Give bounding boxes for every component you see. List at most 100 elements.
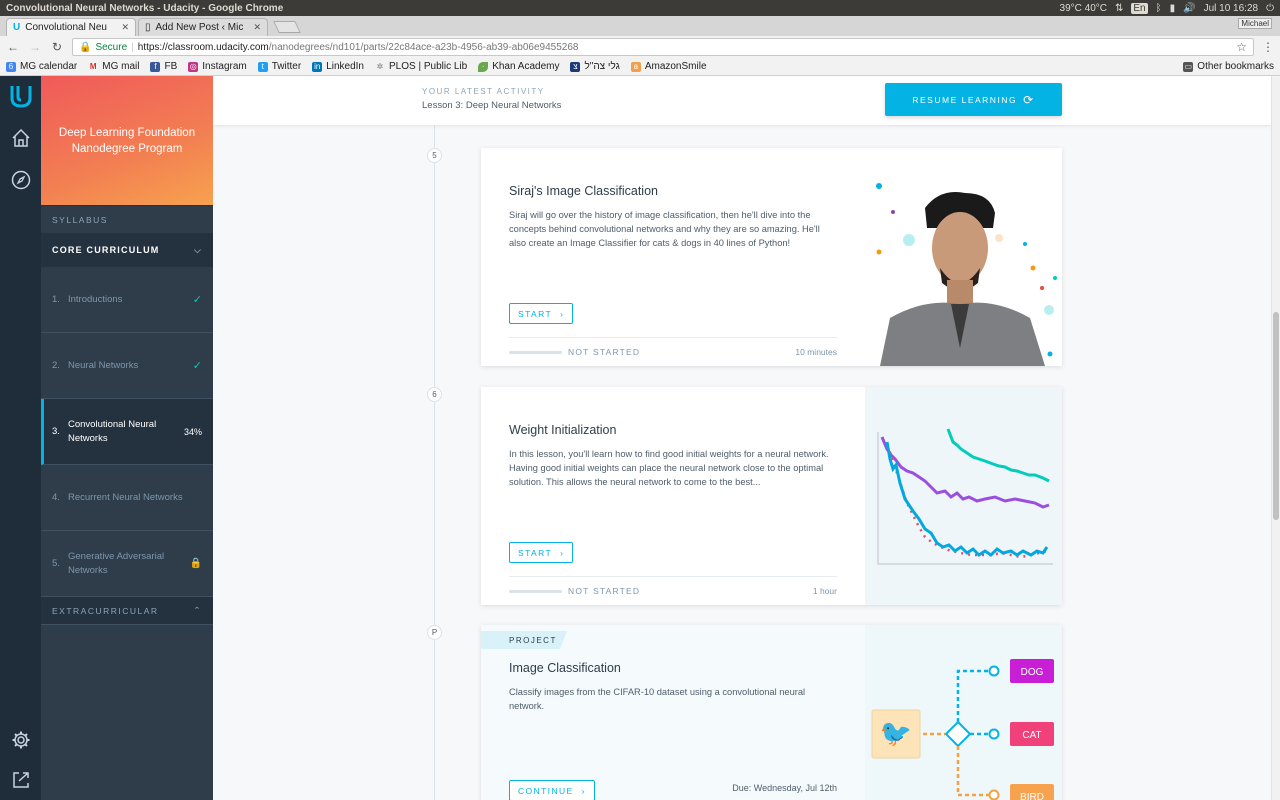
url-input[interactable]: 🔒 Secure | https://classroom.udacity.com… — [72, 38, 1254, 56]
battery-icon[interactable]: ▮ — [1170, 3, 1176, 14]
lesson-description: Siraj will go over the history of image … — [509, 210, 820, 248]
lesson-card: Weight Initialization In this lesson, yo… — [481, 387, 1062, 605]
chevron-right-icon: › — [560, 547, 565, 558]
start-button[interactable]: START › — [509, 542, 574, 563]
lesson-title[interactable]: Weight Initialization — [509, 423, 616, 437]
lesson-title[interactable]: Siraj's Image Classification — [509, 184, 658, 198]
resume-learning-button[interactable]: RESUME LEARNING ⟳ — [885, 83, 1062, 116]
back-icon[interactable]: ← — [6, 40, 20, 54]
system-tray: 39°C 40°C ⇅ En ᛒ ▮ 🔊 Jul 10 16:28 ⏻ — [1059, 2, 1274, 14]
twitter-icon: t — [257, 61, 268, 72]
compass-icon[interactable] — [9, 168, 33, 192]
url-path: /nanodegrees/nd101/parts/22c84ace-a23b-4… — [268, 41, 579, 53]
sidebar-item-neural-networks[interactable]: 2. Neural Networks ✓ — [41, 333, 213, 399]
bluetooth-icon[interactable]: ᛒ — [1156, 3, 1162, 14]
bookmark-mg-calendar[interactable]: 6 MG calendar — [6, 61, 77, 72]
weather-readout: 39°C 40°C — [1059, 2, 1107, 14]
svg-text:🐦: 🐦 — [880, 719, 912, 749]
logout-icon[interactable] — [9, 768, 33, 792]
syllabus-sidebar: Deep Learning Foundation Nanodegree Prog… — [41, 76, 213, 800]
scrollbar-thumb[interactable] — [1273, 312, 1279, 520]
window-title: Convolutional Neural Networks - Udacity … — [6, 2, 284, 14]
lesson-card: Siraj's Image Classification Siraj will … — [481, 148, 1062, 366]
continue-button[interactable]: CONTINUE › — [509, 780, 595, 800]
bookmark-other[interactable]: ▭ Other bookmarks — [1183, 61, 1274, 72]
bookmark-mg-mail[interactable]: M MG mail — [88, 61, 140, 72]
forward-icon[interactable]: → — [28, 40, 42, 54]
divider — [509, 576, 837, 577]
power-icon[interactable]: ⏻ — [1266, 3, 1274, 14]
bookmark-khan-academy[interactable]: · Khan Academy — [478, 61, 559, 72]
new-tab-button[interactable] — [273, 21, 301, 33]
class-label-cat: CAT — [1022, 730, 1041, 741]
gmail-icon: M — [89, 61, 97, 71]
linkedin-icon: in — [312, 61, 323, 72]
secure-label: Secure — [95, 41, 128, 53]
project-card: PROJECT Image Classification Classify im… — [481, 625, 1062, 800]
start-button[interactable]: START › — [509, 303, 574, 324]
check-icon: ✓ — [192, 294, 202, 306]
project-title[interactable]: Image Classification — [509, 661, 621, 675]
core-curriculum-toggle[interactable]: CORE CURRICULUM ⌵ — [41, 233, 213, 267]
network-icon[interactable]: ⇅ — [1115, 3, 1123, 14]
language-indicator[interactable]: En — [1131, 2, 1148, 14]
reload-icon[interactable]: ↻ — [50, 40, 64, 54]
extracurricular-toggle[interactable]: EXTRACURRICULAR ⌃ — [41, 597, 213, 625]
sidebar-item-recurrent-neural-networks[interactable]: 4. Recurrent Neural Networks — [41, 465, 213, 531]
project-tag: PROJECT — [481, 631, 567, 649]
scrollbar[interactable] — [1271, 76, 1280, 800]
refresh-icon: ⟳ — [1023, 92, 1035, 107]
loss-curves-illustration — [865, 387, 1062, 605]
bookmark-galatz[interactable]: צ גלי צה"ל — [570, 61, 620, 72]
facebook-icon: f — [150, 61, 161, 72]
chevron-right-icon: › — [581, 785, 586, 796]
khan-icon: · — [478, 61, 489, 72]
main-content: 5 Siraj's Image Classification Siraj wil… — [213, 76, 1271, 800]
chevron-down-icon: ⌵ — [193, 244, 202, 255]
tab-label: Convolutional Neu — [25, 22, 107, 33]
bookmark-twitter[interactable]: t Twitter — [257, 61, 301, 72]
extracurricular-label: EXTRACURRICULAR — [52, 605, 159, 616]
menu-icon[interactable]: ⋮ — [1262, 40, 1274, 54]
bookmark-amazonsmile[interactable]: a AmazonSmile — [630, 61, 707, 72]
lesson-description: In this lesson, you'll learn how to find… — [509, 449, 829, 487]
bookmark-plos[interactable]: ✲ PLOS | Public Lib — [375, 61, 468, 72]
bookmark-instagram[interactable]: ◎ Instagram — [188, 61, 247, 72]
bookmark-star-icon[interactable]: ☆ — [1236, 40, 1247, 54]
progress-percent: 34% — [183, 426, 202, 437]
volume-icon[interactable]: 🔊 — [1183, 3, 1195, 14]
portrait-image — [865, 148, 1062, 366]
core-curriculum-label: CORE CURRICULUM — [52, 245, 160, 255]
duration-label: 10 minutes — [795, 347, 837, 357]
instagram-icon: ◎ — [188, 61, 199, 72]
chevron-right-icon: › — [560, 308, 565, 319]
home-icon[interactable] — [9, 126, 33, 150]
timeline-node: P — [427, 625, 442, 640]
check-icon: ✓ — [192, 360, 202, 372]
activity-lesson[interactable]: Lesson 3: Deep Neural Networks — [422, 100, 561, 111]
bookmark-fb[interactable]: f FB — [150, 61, 177, 72]
progress-bar — [509, 351, 562, 354]
sidebar-item-convolutional-neural-networks[interactable]: 3. Convolutional Neural Networks 34% — [41, 399, 213, 465]
sidebar-item-introductions[interactable]: 1. Introductions ✓ — [41, 267, 213, 333]
close-icon[interactable]: ✕ — [253, 22, 261, 33]
progress-bar — [509, 590, 562, 593]
sidebar-item-generative-adversarial-networks[interactable]: 5. Generative Adversarial Networks 🔒 — [41, 531, 213, 597]
latest-activity-bar: YOUR LATEST ACTIVITY Lesson 3: Deep Neur… — [213, 76, 1271, 126]
tab-udacity[interactable]: U Convolutional Neu ✕ — [6, 18, 136, 36]
status-label: NOT STARTED — [568, 586, 641, 596]
close-icon[interactable]: ✕ — [121, 22, 129, 33]
profile-button[interactable]: Michael — [1238, 18, 1272, 29]
amazon-icon: a — [630, 61, 641, 72]
bookmark-linkedin[interactable]: in LinkedIn — [312, 61, 364, 72]
address-bar: ← → ↻ 🔒 Secure | https://classroom.udaci… — [0, 36, 1280, 58]
tab-wordpress[interactable]: ▯ Add New Post ‹ Mic ✕ — [138, 18, 268, 36]
gear-icon[interactable] — [9, 728, 33, 752]
lock-icon: 🔒 — [79, 41, 92, 53]
udacity-logo-icon[interactable] — [9, 84, 33, 108]
program-banner[interactable]: Deep Learning Foundation Nanodegree Prog… — [41, 76, 213, 205]
project-description: Classify images from the CIFAR-10 datase… — [509, 687, 806, 711]
timeline-node: 5 — [427, 148, 442, 163]
clock[interactable]: Jul 10 16:28 — [1204, 3, 1259, 14]
syllabus-label: SYLLABUS — [41, 205, 213, 233]
